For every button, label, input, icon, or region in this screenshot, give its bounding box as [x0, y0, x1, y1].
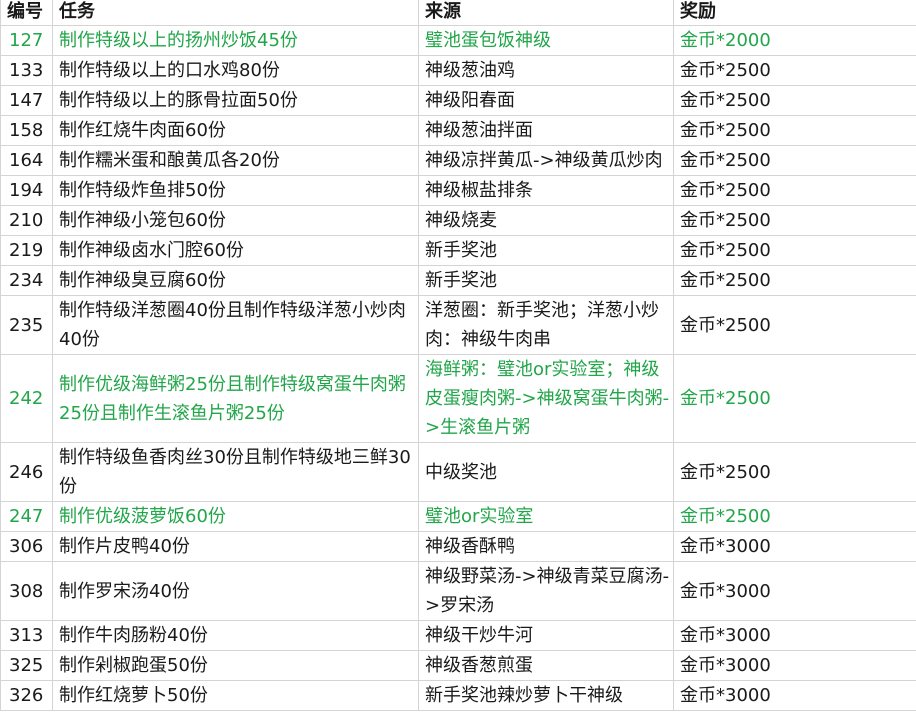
cell-id: 133	[0, 55, 53, 86]
cell-source: 洋葱圈：新手奖池；洋葱小炒肉：神级牛肉串	[418, 295, 674, 355]
cell-reward: 金币*2500	[673, 115, 916, 146]
cell-reward: 金币*2500	[673, 442, 916, 502]
cell-task: 制作糯米蛋和酿黄瓜各20份	[52, 145, 419, 176]
cell-source: 璧池蛋包饭神级	[418, 25, 674, 56]
cell-reward: 金币*2500	[673, 235, 916, 266]
cell-task: 制作剁椒跑蛋50份	[52, 650, 419, 681]
cell-reward: 金币*2500	[673, 145, 916, 176]
cell-source: 神级香葱煎蛋	[418, 650, 674, 681]
task-table: 编号 任务 来源 奖励 127 制作特级以上的扬州炒饭45份 璧池蛋包饭神级 金币*2…	[0, 0, 916, 711]
cell-source: 新手奖池辣炒萝卜干神级	[418, 680, 674, 711]
cell-id: 234	[0, 265, 53, 296]
cell-reward: 金币*2000	[673, 25, 916, 56]
cell-reward: 金币*3000	[673, 650, 916, 681]
cell-id: 127	[0, 25, 53, 56]
table-row: 210 制作神级小笼包60份 神级烧麦 金币*2500	[0, 205, 916, 236]
cell-id: 306	[0, 531, 53, 562]
cell-task: 制作优级海鲜粥25份且制作特级窝蛋牛肉粥25份且制作生滚鱼片粥25份	[52, 354, 419, 443]
cell-reward: 金币*2500	[673, 55, 916, 86]
cell-source: 神级椒盐排条	[418, 175, 674, 206]
table-row: 308 制作罗宋汤40份 神级野菜汤->神级青菜豆腐汤->罗宋汤 金币*3000	[0, 561, 916, 621]
table-row: 313 制作牛肉肠粉40份 神级干炒牛河 金币*3000	[0, 620, 916, 651]
table-row: 194 制作特级炸鱼排50份 神级椒盐排条 金币*2500	[0, 175, 916, 206]
cell-id: 313	[0, 620, 53, 651]
table-row: 127 制作特级以上的扬州炒饭45份 璧池蛋包饭神级 金币*2000	[0, 25, 916, 56]
cell-task: 制作特级洋葱圈40份且制作特级洋葱小炒肉40份	[52, 295, 419, 355]
cell-task: 制作红烧萝卜50份	[52, 680, 419, 711]
cell-source: 璧池or实验室	[418, 501, 674, 532]
cell-source: 神级香酥鸭	[418, 531, 674, 562]
cell-task: 制作牛肉肠粉40份	[52, 620, 419, 651]
cell-source: 神级葱油鸡	[418, 55, 674, 86]
cell-task: 制作神级卤水门腔60份	[52, 235, 419, 266]
table-row: 326 制作红烧萝卜50份 新手奖池辣炒萝卜干神级 金币*3000	[0, 680, 916, 711]
cell-reward: 金币*2500	[673, 85, 916, 116]
cell-reward: 金币*2500	[673, 175, 916, 206]
table-row: 246 制作特级鱼香肉丝30份且制作特级地三鲜30份 中级奖池 金币*2500	[0, 442, 916, 502]
cell-task: 制作优级菠萝饭60份	[52, 501, 419, 532]
table-row: 219 制作神级卤水门腔60份 新手奖池 金币*2500	[0, 235, 916, 266]
table-row: 235 制作特级洋葱圈40份且制作特级洋葱小炒肉40份 洋葱圈：新手奖池；洋葱小炒肉…	[0, 295, 916, 355]
cell-id: 164	[0, 145, 53, 176]
cell-id: 158	[0, 115, 53, 146]
cell-task: 制作特级以上的口水鸡80份	[52, 55, 419, 86]
cell-reward: 金币*3000	[673, 561, 916, 621]
cell-task: 制作神级小笼包60份	[52, 205, 419, 236]
cell-task: 制作特级鱼香肉丝30份且制作特级地三鲜30份	[52, 442, 419, 502]
table-row: 158 制作红烧牛肉面60份 神级葱油拌面 金币*2500	[0, 115, 916, 146]
table-row: 133 制作特级以上的口水鸡80份 神级葱油鸡 金币*2500	[0, 55, 916, 86]
cell-id: 235	[0, 295, 53, 355]
cell-source: 神级葱油拌面	[418, 115, 674, 146]
header-row: 编号 任务 来源 奖励	[0, 0, 916, 26]
header-reward: 奖励	[673, 0, 916, 26]
cell-id: 247	[0, 501, 53, 532]
cell-task: 制作特级炸鱼排50份	[52, 175, 419, 206]
cell-task: 制作红烧牛肉面60份	[52, 115, 419, 146]
header-id: 编号	[0, 0, 53, 26]
table-row: 164 制作糯米蛋和酿黄瓜各20份 神级凉拌黄瓜->神级黄瓜炒肉 金币*2500	[0, 145, 916, 176]
cell-source: 神级野菜汤->神级青菜豆腐汤->罗宋汤	[418, 561, 674, 621]
cell-id: 147	[0, 85, 53, 116]
cell-id: 194	[0, 175, 53, 206]
cell-source: 中级奖池	[418, 442, 674, 502]
cell-id: 325	[0, 650, 53, 681]
cell-reward: 金币*2500	[673, 501, 916, 532]
cell-id: 246	[0, 442, 53, 502]
cell-source: 新手奖池	[418, 265, 674, 296]
cell-task: 制作神级臭豆腐60份	[52, 265, 419, 296]
table-row: 306 制作片皮鸭40份 神级香酥鸭 金币*3000	[0, 531, 916, 562]
cell-task: 制作特级以上的扬州炒饭45份	[52, 25, 419, 56]
cell-id: 242	[0, 354, 53, 443]
cell-reward: 金币*2500	[673, 205, 916, 236]
cell-id: 326	[0, 680, 53, 711]
header-task: 任务	[52, 0, 419, 26]
cell-id: 210	[0, 205, 53, 236]
cell-reward: 金币*2500	[673, 354, 916, 443]
table-row: 325 制作剁椒跑蛋50份 神级香葱煎蛋 金币*3000	[0, 650, 916, 681]
cell-id: 219	[0, 235, 53, 266]
cell-source: 神级干炒牛河	[418, 620, 674, 651]
cell-reward: 金币*3000	[673, 620, 916, 651]
cell-reward: 金币*3000	[673, 531, 916, 562]
cell-task: 制作片皮鸭40份	[52, 531, 419, 562]
header-source: 来源	[418, 0, 674, 26]
table-row: 234 制作神级臭豆腐60份 新手奖池 金币*2500	[0, 265, 916, 296]
cell-task: 制作罗宋汤40份	[52, 561, 419, 621]
cell-source: 神级烧麦	[418, 205, 674, 236]
table-row: 242 制作优级海鲜粥25份且制作特级窝蛋牛肉粥25份且制作生滚鱼片粥25份 海鲜粥…	[0, 354, 916, 443]
cell-source: 海鲜粥：璧池or实验室；神级皮蛋瘦肉粥->神级窝蛋牛肉粥->生滚鱼片粥	[418, 354, 674, 443]
cell-reward: 金币*2500	[673, 295, 916, 355]
cell-reward: 金币*2500	[673, 265, 916, 296]
cell-id: 308	[0, 561, 53, 621]
cell-source: 神级阳春面	[418, 85, 674, 116]
cell-source: 新手奖池	[418, 235, 674, 266]
table-row: 147 制作特级以上的豚骨拉面50份 神级阳春面 金币*2500	[0, 85, 916, 116]
cell-reward: 金币*3000	[673, 680, 916, 711]
cell-task: 制作特级以上的豚骨拉面50份	[52, 85, 419, 116]
cell-source: 神级凉拌黄瓜->神级黄瓜炒肉	[418, 145, 674, 176]
table-row: 247 制作优级菠萝饭60份 璧池or实验室 金币*2500	[0, 501, 916, 532]
